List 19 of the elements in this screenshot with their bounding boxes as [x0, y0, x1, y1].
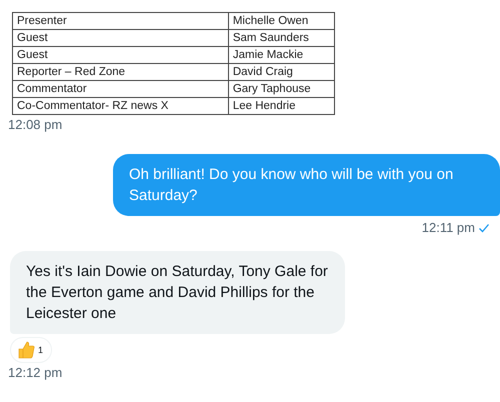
- table-cell: Sam Saunders: [228, 30, 334, 46]
- table-cell: Guest: [12, 46, 228, 64]
- table-cell: David Craig: [228, 64, 334, 80]
- reaction-badge[interactable]: 1: [10, 337, 52, 363]
- table-cell: Commentator: [12, 80, 228, 98]
- table-cell: Jamie Mackie: [228, 46, 334, 64]
- table-cell: Co-Commentator- RZ news X: [12, 98, 228, 114]
- timestamp: 12:08 pm: [8, 117, 62, 132]
- message-bubble: Yes it's Iain Dowie on Saturday, Tony Gale for the Everton game and David Phillips for the Leicester one: [10, 251, 345, 334]
- table-cell: Presenter: [12, 12, 228, 30]
- table-cell: Gary Taphouse: [228, 80, 334, 98]
- table-cell: Guest: [12, 30, 228, 46]
- table-cell: Michelle Owen: [228, 12, 334, 30]
- timestamp: 12:12 pm: [8, 365, 62, 380]
- table-cell: Reporter – Red Zone: [12, 64, 228, 80]
- message-bubble: Oh brilliant! Do you know who will be with you on Saturday?: [113, 154, 500, 216]
- table-cell: Lee Hendrie: [228, 98, 334, 114]
- timestamp: 12:11 pm: [422, 220, 475, 235]
- thumbs-up-icon: [17, 341, 35, 359]
